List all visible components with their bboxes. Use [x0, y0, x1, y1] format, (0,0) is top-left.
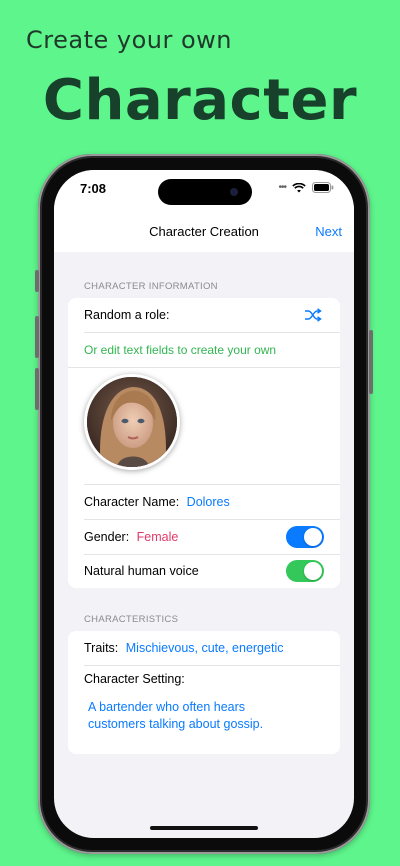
gender-value: Female [136, 530, 179, 544]
natural-voice-toggle[interactable] [286, 560, 324, 582]
camera-dot [230, 188, 238, 196]
signal-dots-icon: ••• [278, 182, 286, 193]
traits-label: Traits: [84, 641, 119, 655]
gender-label: Gender: [84, 530, 130, 544]
gender-row: Gender: Female [68, 520, 340, 554]
wifi-icon [292, 182, 306, 192]
character-avatar[interactable] [84, 374, 180, 470]
status-bar: 7:08 ••• [54, 170, 354, 214]
section-header-characteristics: CHARACTERISTICS [84, 614, 179, 625]
character-name-row[interactable]: Character Name: Dolores [68, 485, 340, 519]
random-role-label: Random a role: [84, 308, 170, 322]
natural-voice-label: Natural human voice [84, 564, 199, 578]
character-information-card: Random a role: Or edit text fields to cr… [68, 298, 340, 588]
character-setting-value[interactable]: A bartender who often hears customers ta… [68, 699, 340, 739]
app-screen: 7:08 ••• Character Creation Next CHARACT… [54, 170, 354, 838]
phone-frame: 7:08 ••• Character Creation Next CHARACT… [35, 154, 373, 854]
toggle-knob [304, 562, 322, 580]
character-name-label: Character Name: [84, 495, 180, 509]
character-name-value[interactable]: Dolores [187, 495, 230, 509]
character-portrait-image [87, 377, 177, 467]
home-indicator[interactable] [150, 826, 258, 830]
status-time: 7:08 [80, 181, 107, 196]
promo-subtitle: Create your own [26, 26, 232, 54]
side-button-power [369, 330, 373, 394]
dynamic-island [158, 179, 252, 205]
characteristics-card: Traits: Mischievous, cute, energetic Cha… [68, 631, 340, 754]
next-button[interactable]: Next [315, 224, 342, 239]
traits-value[interactable]: Mischievous, cute, energetic [126, 641, 284, 655]
battery-icon [312, 182, 334, 193]
edit-hint-text: Or edit text fields to create your own [84, 343, 277, 357]
side-button-volume-up [35, 316, 39, 358]
side-button-action [35, 270, 39, 292]
nav-title: Character Creation [149, 224, 259, 239]
character-setting-label: Character Setting: [84, 672, 185, 686]
divider [68, 367, 340, 368]
character-setting-line: A bartender who often hears [88, 700, 246, 714]
gender-toggle[interactable] [286, 526, 324, 548]
traits-row[interactable]: Traits: Mischievous, cute, energetic [68, 631, 340, 665]
side-button-volume-down [35, 368, 39, 410]
character-setting-line: customers talking about gossip. [88, 717, 264, 731]
section-header-character-information: CHARACTER INFORMATION [84, 281, 218, 292]
natural-voice-row: Natural human voice [68, 555, 340, 588]
random-role-row[interactable]: Random a role: [68, 298, 340, 332]
navigation-bar: Character Creation Next [54, 214, 354, 252]
status-icons: ••• [278, 182, 334, 193]
shuffle-icon[interactable] [304, 308, 322, 322]
toggle-knob [304, 528, 322, 546]
promo-title: Character [42, 68, 358, 133]
